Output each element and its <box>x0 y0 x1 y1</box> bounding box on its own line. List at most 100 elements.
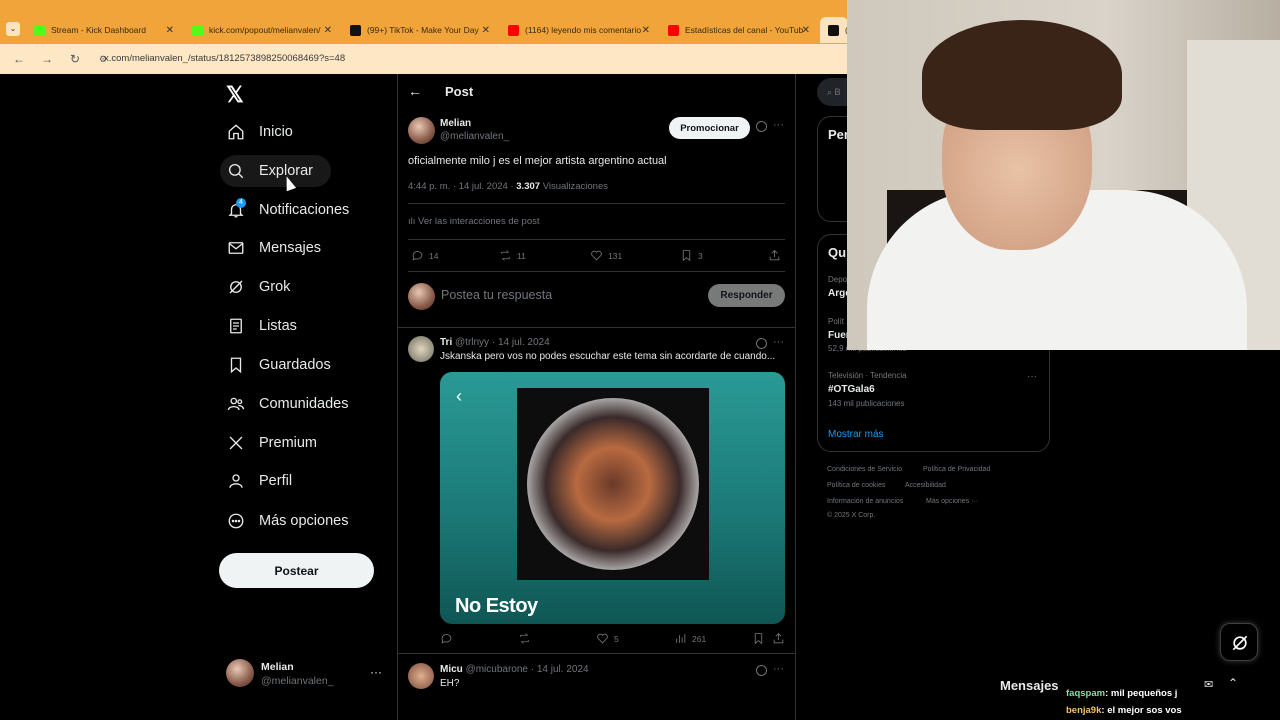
reply-author-handle[interactable]: @micubarone · 14 jul. 2024 <box>466 664 589 675</box>
close-tab-icon[interactable]: ✕ <box>802 25 810 36</box>
footer-link[interactable]: Información de anuncios <box>827 498 903 505</box>
reply-author-name[interactable]: Tri <box>440 337 452 348</box>
browser-tab[interactable]: Estadísticas del canal - YouTub ✕ <box>660 17 818 43</box>
back-icon[interactable]: ← <box>10 52 28 66</box>
stream-chat-line: benja9k: el mejor sos vos <box>1066 705 1182 716</box>
like-action[interactable]: 131 <box>590 249 622 262</box>
browser-tab-bar: ⌄ Stream - Kick Dashboard ✕ kick.com/popo… <box>0 0 853 44</box>
bookmark-action[interactable] <box>752 632 770 645</box>
reply-header: Micu @micubarone · 14 jul. 2024 <box>440 664 589 675</box>
account-avatar[interactable] <box>226 659 254 687</box>
close-tab-icon[interactable]: ✕ <box>166 25 174 36</box>
search-icon: ⌕ <box>827 87 835 97</box>
footer-link[interactable]: Condiciones de Servicio <box>827 466 902 473</box>
reply-author-name[interactable]: Micu <box>440 664 463 675</box>
grok-icon[interactable] <box>756 338 767 349</box>
bookmark-action[interactable]: 3 <box>680 249 703 262</box>
trend-meta: Depo <box>828 275 848 284</box>
footer-link[interactable]: Accesibilidad <box>905 482 946 489</box>
footer-link[interactable]: Política de cookies <box>827 482 885 489</box>
sidebar-item-premium[interactable]: Premium <box>220 427 317 459</box>
account-more-icon[interactable]: ··· <box>370 665 382 679</box>
post-time[interactable]: 4:44 p. m. · 14 jul. 2024 · <box>408 181 514 192</box>
reply-button[interactable]: Responder <box>708 284 785 307</box>
browser-tab[interactable]: Stream - Kick Dashboard ✕ <box>26 17 182 43</box>
reply-author-handle[interactable]: @trlnyy · 14 jul. 2024 <box>455 337 550 348</box>
close-tab-icon[interactable]: ✕ <box>324 25 332 36</box>
views-action[interactable]: 261 <box>674 632 706 645</box>
reply-action[interactable] <box>440 632 458 645</box>
reply-icon <box>441 634 452 644</box>
repost-action[interactable] <box>518 632 536 645</box>
repost-action[interactable]: 11 <box>499 249 526 262</box>
post-author-name[interactable]: Melian <box>440 118 471 129</box>
post-author-avatar[interactable] <box>408 117 435 144</box>
more-circle-icon <box>228 513 244 529</box>
post-button[interactable]: Postear <box>219 553 374 588</box>
browser-tab[interactable]: (1164) leyendo mis comentario ✕ <box>500 17 658 43</box>
account-name: Melian <box>261 661 294 673</box>
messages-title: Mensajes <box>1000 678 1059 693</box>
chevron-left-icon[interactable]: ‹ <box>456 386 462 407</box>
footer-link[interactable]: Más opciones ··· <box>926 498 978 505</box>
sidebar-item-inicio[interactable]: Inicio <box>220 116 293 148</box>
view-interactions-link[interactable]: ılı Ver las interacciones de post <box>408 216 540 227</box>
reply-more-icon[interactable]: ··· <box>773 336 784 348</box>
post-meta: 4:44 p. m. · 14 jul. 2024 · 3.307 Visual… <box>408 181 608 192</box>
browser-tab[interactable]: (99+) TikTok - Make Your Day ✕ <box>342 17 498 43</box>
media-title: No Estoy <box>455 595 538 617</box>
url-field[interactable]: x.com/melianvalen_/status/18125738982500… <box>104 53 345 64</box>
sidebar-item-listas[interactable]: Listas <box>220 310 297 342</box>
sidebar-item-mensajes[interactable]: Mensajes <box>220 232 321 264</box>
close-tab-icon[interactable]: ✕ <box>642 25 650 36</box>
tab-list-dropdown[interactable]: ⌄ <box>6 22 20 36</box>
reply-input[interactable]: Postea tu respuesta <box>441 288 552 302</box>
heart-icon <box>591 250 602 261</box>
home-icon <box>228 124 244 140</box>
reply-author-avatar[interactable] <box>408 336 434 362</box>
reply-action[interactable]: 14 <box>411 249 438 262</box>
show-more-link[interactable]: Mostrar más <box>828 429 884 440</box>
grok-icon <box>1232 635 1248 651</box>
sidebar-item-mas-opciones[interactable]: Más opciones <box>220 505 348 537</box>
share-action[interactable] <box>772 632 790 645</box>
list-icon <box>230 318 242 334</box>
back-arrow-icon[interactable]: ← <box>408 83 422 99</box>
grok-floating-button[interactable] <box>1220 623 1258 661</box>
close-tab-icon[interactable]: ✕ <box>482 25 490 36</box>
reply-more-icon[interactable]: ··· <box>773 663 784 675</box>
browser-tab[interactable]: kick.com/popout/melianvalen/✕ <box>184 17 340 43</box>
notification-badge: 4 <box>236 198 246 208</box>
collapse-icon[interactable]: ⌃ <box>1228 676 1238 690</box>
address-bar: ← → ↻ ⚙ x.com/melianvalen_/status/181257… <box>0 44 848 74</box>
grok-icon[interactable] <box>756 121 767 132</box>
sidebar-item-explorar[interactable]: Explorar <box>220 155 331 187</box>
new-message-icon[interactable]: ✉ <box>1204 678 1213 691</box>
account-handle: @melianvalen_ <box>261 675 334 687</box>
post-more-icon[interactable]: ··· <box>773 119 784 131</box>
reply-composer-avatar <box>408 283 435 310</box>
tiktok-icon <box>350 24 361 36</box>
trend-more-icon[interactable]: ··· <box>1027 371 1037 382</box>
browser-tab-active[interactable]: (4 <box>820 17 853 43</box>
sidebar-item-grok[interactable]: Grok <box>220 271 290 303</box>
sidebar-item-comunidades[interactable]: Comunidades <box>220 388 348 420</box>
sidebar-item-perfil[interactable]: Perfil <box>220 465 292 497</box>
sidebar-item-guardados[interactable]: Guardados <box>220 349 331 381</box>
reply-author-avatar[interactable] <box>408 663 434 689</box>
reload-icon[interactable]: ↻ <box>66 52 84 66</box>
card-title: Qu <box>828 245 847 260</box>
people-icon <box>227 397 245 411</box>
forward-icon[interactable]: → <box>38 52 56 66</box>
footer-link[interactable]: Política de Privacidad <box>923 466 990 473</box>
promote-button[interactable]: Promocionar <box>669 117 750 139</box>
trend-name[interactable]: #OTGala6 <box>828 384 875 395</box>
post-author-handle[interactable]: @melianvalen_ <box>440 131 509 142</box>
reply-media-card[interactable]: ‹ No Estoy <box>440 372 785 624</box>
page-title: Post <box>445 84 474 99</box>
x-logo-icon[interactable]: 𝕏 <box>226 82 244 108</box>
share-action[interactable] <box>768 249 786 262</box>
like-action[interactable]: 5 <box>596 632 619 645</box>
repost-icon <box>520 633 529 644</box>
grok-icon[interactable] <box>756 665 767 676</box>
